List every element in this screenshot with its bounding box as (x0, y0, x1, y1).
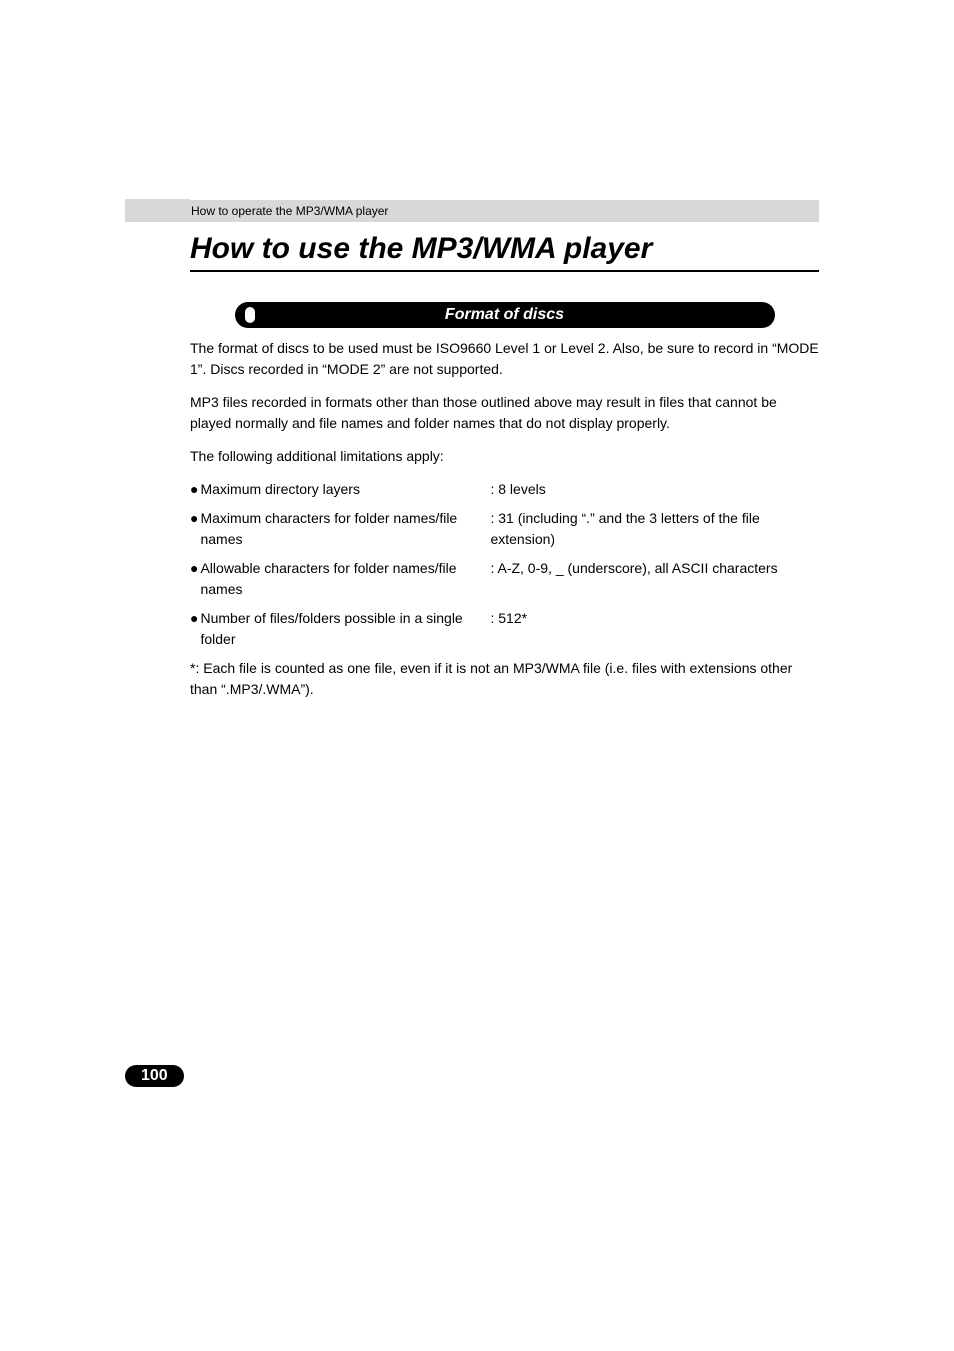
page-content: How to operate the MP3/WMA player How to… (0, 0, 954, 700)
bullet-label: Number of files/folders possible in a si… (200, 608, 490, 650)
breadcrumb-text: How to operate the MP3/WMA player (191, 204, 388, 218)
bullet-value: : 512* (490, 608, 819, 650)
bullet-label: Maximum characters for folder names/file… (200, 508, 490, 550)
footnote: *: Each file is counted as one file, eve… (190, 658, 819, 700)
bullet-value: : 8 levels (490, 479, 819, 500)
bullet-icon: ● (190, 558, 198, 600)
bullet-icon: ● (190, 479, 198, 500)
bullet-item: ● Maximum characters for folder names/fi… (190, 508, 819, 550)
bullet-value: : 31 (including “.” and the 3 letters of… (490, 508, 819, 550)
page-number: 100 (125, 1065, 184, 1087)
paragraph: The following additional limitations app… (190, 446, 819, 467)
bullet-item: ● Allowable characters for folder names/… (190, 558, 819, 600)
bullet-icon: ● (190, 508, 198, 550)
bullet-item: ● Number of files/folders possible in a … (190, 608, 819, 650)
breadcrumb-bar: How to operate the MP3/WMA player (125, 200, 819, 222)
section-heading: Format of discs (235, 302, 775, 328)
page-title: How to use the MP3/WMA player (190, 232, 819, 272)
bullet-item: ● Maximum directory layers : 8 levels (190, 479, 819, 500)
paragraph: The format of discs to be used must be I… (190, 338, 819, 380)
bullet-label: Allowable characters for folder names/fi… (200, 558, 490, 600)
bullet-value: : A-Z, 0-9, _ (underscore), all ASCII ch… (490, 558, 819, 600)
paragraph: MP3 files recorded in formats other than… (190, 392, 819, 434)
tab-mark (125, 199, 190, 217)
bullet-icon: ● (190, 608, 198, 650)
bullet-label: Maximum directory layers (200, 479, 490, 500)
